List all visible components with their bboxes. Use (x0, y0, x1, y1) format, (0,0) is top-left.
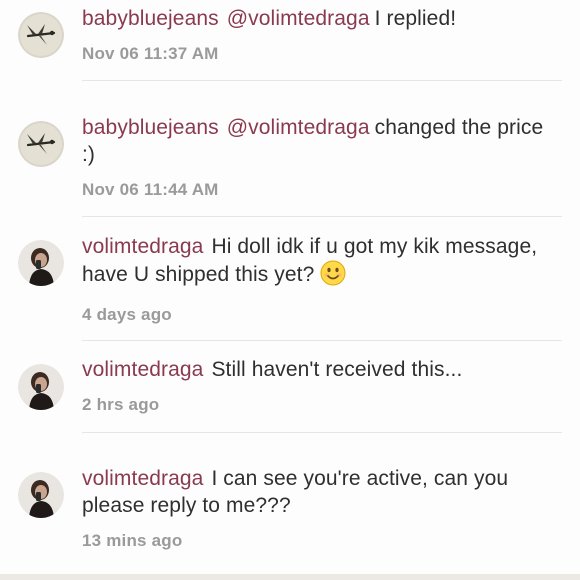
comment-timestamp: 13 mins ago (82, 531, 183, 550)
comment-divider (82, 216, 562, 217)
comment-username[interactable]: volimtedraga (82, 235, 203, 258)
comment-divider (82, 340, 562, 341)
comment-message: Still haven't received this... (211, 358, 463, 381)
comment-username[interactable]: volimtedraga (82, 467, 203, 490)
comment-timestamp: 2 hrs ago (82, 395, 160, 414)
comment-mention[interactable]: @volimtedraga (227, 116, 370, 139)
comment-username[interactable]: babybluejeans (82, 116, 219, 139)
comment-username[interactable]: volimtedraga (82, 358, 203, 381)
comment-timestamp: 4 days ago (82, 305, 172, 324)
comment-divider (82, 432, 562, 433)
comment-message: I replied! (374, 7, 457, 30)
person-avatar-icon[interactable] (18, 472, 64, 518)
smiling-face-emoji (320, 260, 346, 293)
person-avatar-icon[interactable] (18, 240, 64, 286)
comment-mention[interactable]: @volimtedraga (227, 7, 370, 30)
comment-timestamp: Nov 06 11:37 AM (82, 44, 219, 63)
person-avatar-icon[interactable] (18, 364, 64, 410)
comment-timestamp: Nov 06 11:44 AM (82, 180, 219, 199)
dragonfly-avatar-icon[interactable] (18, 121, 64, 167)
comment-divider (82, 80, 562, 81)
bottom-edge (0, 574, 580, 580)
dragonfly-avatar-icon[interactable] (18, 12, 64, 58)
comment-username[interactable]: babybluejeans (82, 7, 219, 30)
comment-thread: babybluejeans @volimtedraga I replied! Nov… (0, 0, 580, 580)
